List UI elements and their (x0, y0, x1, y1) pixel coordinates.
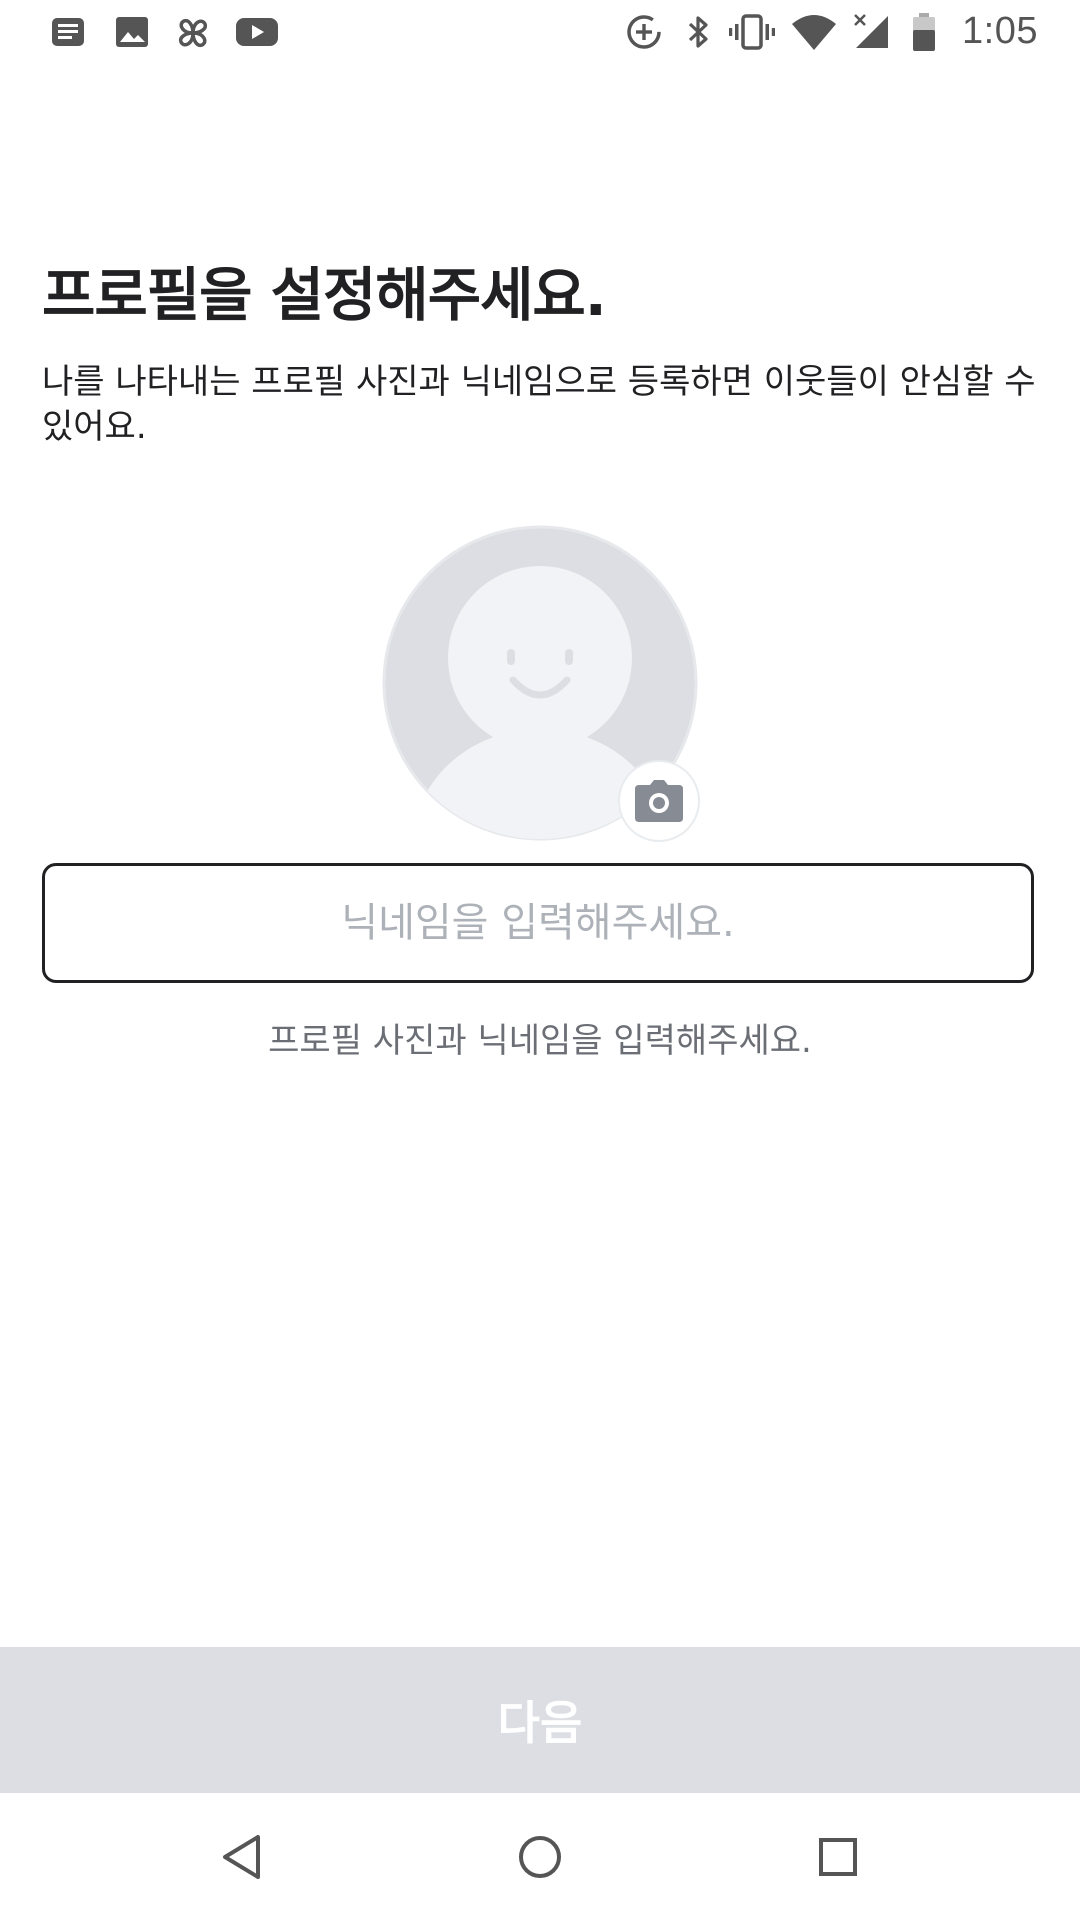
back-triangle-icon (223, 1835, 260, 1879)
next-button[interactable]: 다음 (0, 1647, 1080, 1793)
data-saver-icon (624, 12, 664, 50)
camera-icon (635, 780, 683, 822)
change-photo-button[interactable] (620, 762, 698, 840)
recents-square-icon (819, 1838, 857, 1876)
clock: 1:05 (962, 10, 1038, 52)
wifi-icon (790, 12, 838, 50)
helper-text: 프로필 사진과 닉네임을 입력해주세요. (268, 1021, 812, 1061)
home-circle-icon (519, 1836, 561, 1878)
navigation-bar (0, 1793, 1080, 1920)
recents-button[interactable] (800, 1819, 876, 1895)
gallery-icon (112, 12, 152, 50)
pinwheel-icon (172, 12, 214, 50)
battery-icon (910, 12, 938, 51)
home-button[interactable] (502, 1819, 578, 1895)
page-description: 나를 나타내는 프로필 사진과 닉네임으로 등록하면 이웃들이 안심할 수 있어… (42, 362, 1036, 447)
back-button[interactable] (204, 1819, 280, 1895)
status-bar: 1:05 (0, 0, 1080, 64)
nickname-field[interactable] (42, 863, 1034, 983)
page-title: 프로필을 설정해주세요. (42, 261, 607, 329)
notification-news-icon (48, 12, 88, 50)
cell-signal-icon (852, 12, 892, 50)
youtube-icon (234, 12, 280, 50)
vibrate-icon (728, 12, 776, 50)
nickname-input[interactable] (45, 865, 1031, 981)
bluetooth-icon (680, 12, 716, 50)
